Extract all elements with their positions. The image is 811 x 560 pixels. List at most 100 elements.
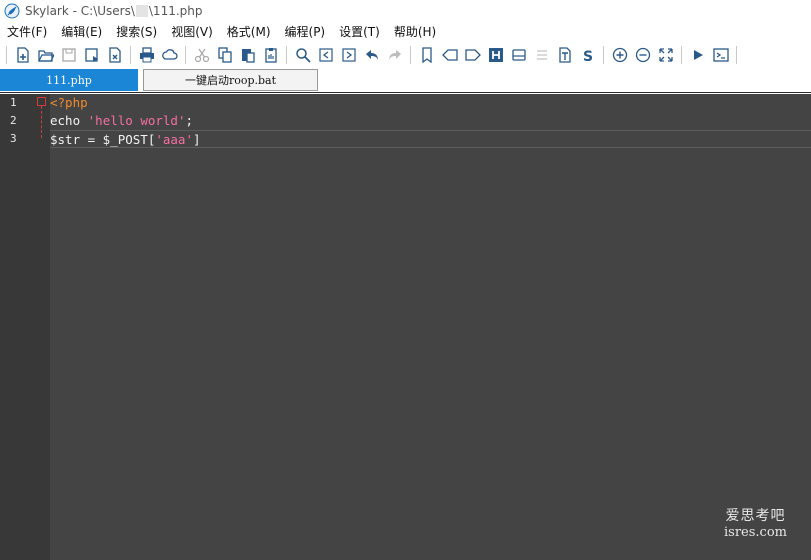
bookmark-icon [421,47,432,63]
tab-roop-bat[interactable]: 一键启动roop.bat [143,69,318,91]
save-as-button[interactable] [81,44,102,66]
cloud-icon [161,49,178,60]
string-literal: 'aaa' [155,132,193,147]
console-button[interactable] [710,44,731,66]
redo-button[interactable] [384,44,405,66]
prev-icon [318,48,333,62]
search-icon [295,48,311,63]
toolbar-separator [130,46,131,64]
svg-text:S: S [583,49,593,63]
window-title: Skylark - C:\Users\ \111.php [25,4,203,18]
header-button[interactable] [485,44,506,66]
menu-edit[interactable]: 编辑(E) [54,22,109,42]
tab-strip: 111.php 一键启动roop.bat [0,68,811,93]
new-file-button[interactable] [12,44,33,66]
string-literal: 'hello world' [87,113,186,128]
bookmark-next-icon [464,49,481,61]
bookmark-next-button[interactable] [462,44,483,66]
bookmark-button[interactable] [416,44,437,66]
menu-file[interactable]: 文件(F) [0,22,54,42]
menu-help[interactable]: 帮助(H) [387,22,443,42]
run-button[interactable] [687,44,708,66]
fold-marker[interactable] [37,97,46,106]
toolbar-separator [6,46,7,64]
clipboard-icon [264,48,277,63]
find-button[interactable] [292,44,313,66]
php-open-tag: <?php [50,95,88,110]
code-line-1[interactable]: <?php [50,94,811,112]
line-number: 2 [10,114,17,127]
console-icon [712,48,729,62]
code-line-3[interactable]: $str = $_POST['aaa'] [50,130,811,148]
line-number-gutter: 1 2 3 [0,94,50,560]
zoom-out-button[interactable] [632,44,653,66]
code-token: echo [50,113,88,128]
header-icon [488,48,503,62]
code-token: $str = $_POST[ [50,132,156,147]
zoom-in-button[interactable] [609,44,630,66]
code-token: ; [185,113,194,128]
bookmark-prev-icon [441,49,458,61]
toolbar: S [0,42,811,68]
code-line-2[interactable]: echo 'hello world'; [50,112,811,130]
line-number: 1 [10,96,17,109]
new-file-icon [16,47,29,63]
open-folder-icon [37,50,54,62]
skylark-window: Skylark - C:\Users\ \111.php 文件(F) 编辑(E) … [0,0,811,560]
text-button[interactable] [554,44,575,66]
save-button[interactable] [58,44,79,66]
undo-button[interactable] [361,44,382,66]
watermark-url: isres.com [724,525,787,540]
redo-icon [388,50,401,60]
menu-view[interactable]: 视图(V) [164,22,220,42]
save-icon [61,48,76,62]
fullscreen-button[interactable] [655,44,676,66]
cloud-button[interactable] [159,44,180,66]
toolbar-separator [681,46,682,64]
print-button[interactable] [136,44,157,66]
s-icon: S [583,49,593,63]
menu-settings[interactable]: 设置(T) [332,22,387,42]
close-file-icon [108,47,121,63]
code-editor[interactable]: 1 2 3 <?php echo 'hello world'; $str = $… [0,94,811,560]
undo-icon [365,50,378,60]
print-icon [139,47,154,63]
clipboard-button[interactable] [260,44,281,66]
toolbar-separator [603,46,604,64]
tab-111-php[interactable]: 111.php [0,69,138,91]
title-bar: Skylark - C:\Users\ \111.php [0,0,811,22]
fullscreen-icon [658,48,673,62]
watermark: 爱思考吧 isres.com [724,505,787,540]
save-as-icon [84,48,98,62]
open-button[interactable] [35,44,56,66]
toolbar-separator [736,46,737,64]
code-token: ] [193,132,201,147]
fold-guide [41,106,42,138]
toolbar-separator [410,46,411,64]
list-button[interactable] [531,44,552,66]
find-next-button[interactable] [338,44,359,66]
next-icon [341,48,356,62]
cut-button[interactable] [191,44,212,66]
menu-search[interactable]: 搜索(S) [109,22,164,42]
watermark-title: 爱思考吧 [725,508,786,524]
hdd-icon [511,49,526,61]
cut-icon [194,48,209,63]
paste-button[interactable] [237,44,258,66]
find-prev-button[interactable] [315,44,336,66]
list-icon [536,50,547,60]
copy-button[interactable] [214,44,235,66]
menu-programming[interactable]: 编程(P) [278,22,333,42]
menu-format[interactable]: 格式(M) [220,22,278,42]
drive-button[interactable] [508,44,529,66]
copy-icon [217,47,232,63]
zoom-in-icon [612,47,627,63]
menu-bar: 文件(F) 编辑(E) 搜索(S) 视图(V) 格式(M) 编程(P) 设置(T… [0,22,811,42]
toolbar-separator [185,46,186,64]
s-button[interactable]: S [577,44,598,66]
bookmark-prev-button[interactable] [439,44,460,66]
close-file-button[interactable] [104,44,125,66]
skylark-feather-icon [4,3,20,19]
line-number: 3 [10,132,17,145]
toolbar-separator [286,46,287,64]
